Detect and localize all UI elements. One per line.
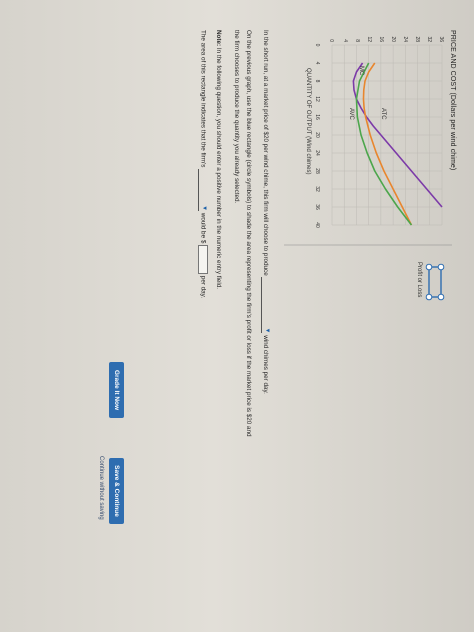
quantity-dropdown[interactable]: ▼ [261, 277, 270, 334]
save-continue-button[interactable]: Save & Continue [109, 458, 124, 524]
chevron-down-icon: ▼ [201, 205, 208, 212]
question-line-1: In the short run, at a market price of $… [261, 30, 270, 394]
question-line-2: On the previous graph, use the blue rect… [245, 30, 252, 437]
continue-without-saving-link[interactable]: Continue without saving [98, 456, 104, 520]
rectangle-circle-icon[interactable] [425, 263, 445, 301]
series-line-atc [362, 62, 413, 226]
question-line-3: the firm chooses to produce the quantity… [233, 30, 240, 204]
note-line: Note: In the following question, you sho… [215, 30, 222, 290]
question-line-5: The area of this rectangle indicates tha… [198, 30, 208, 299]
chart-curves [352, 62, 443, 226]
screen: PRICE AND COST (Dollars per wind chime) … [0, 0, 474, 632]
atc-label: ATC [380, 108, 386, 120]
amount-input[interactable] [198, 245, 208, 275]
profit-or-loss-label: Profit or Loss [416, 262, 422, 298]
avc-label: AVC [348, 108, 354, 120]
mc-label: MC [358, 66, 364, 76]
profit-loss-dropdown[interactable]: ▼ [198, 169, 208, 212]
chart-grid [331, 44, 443, 226]
grade-button[interactable]: Grade It Now [109, 362, 124, 418]
chevron-down-icon: ▼ [264, 327, 270, 334]
